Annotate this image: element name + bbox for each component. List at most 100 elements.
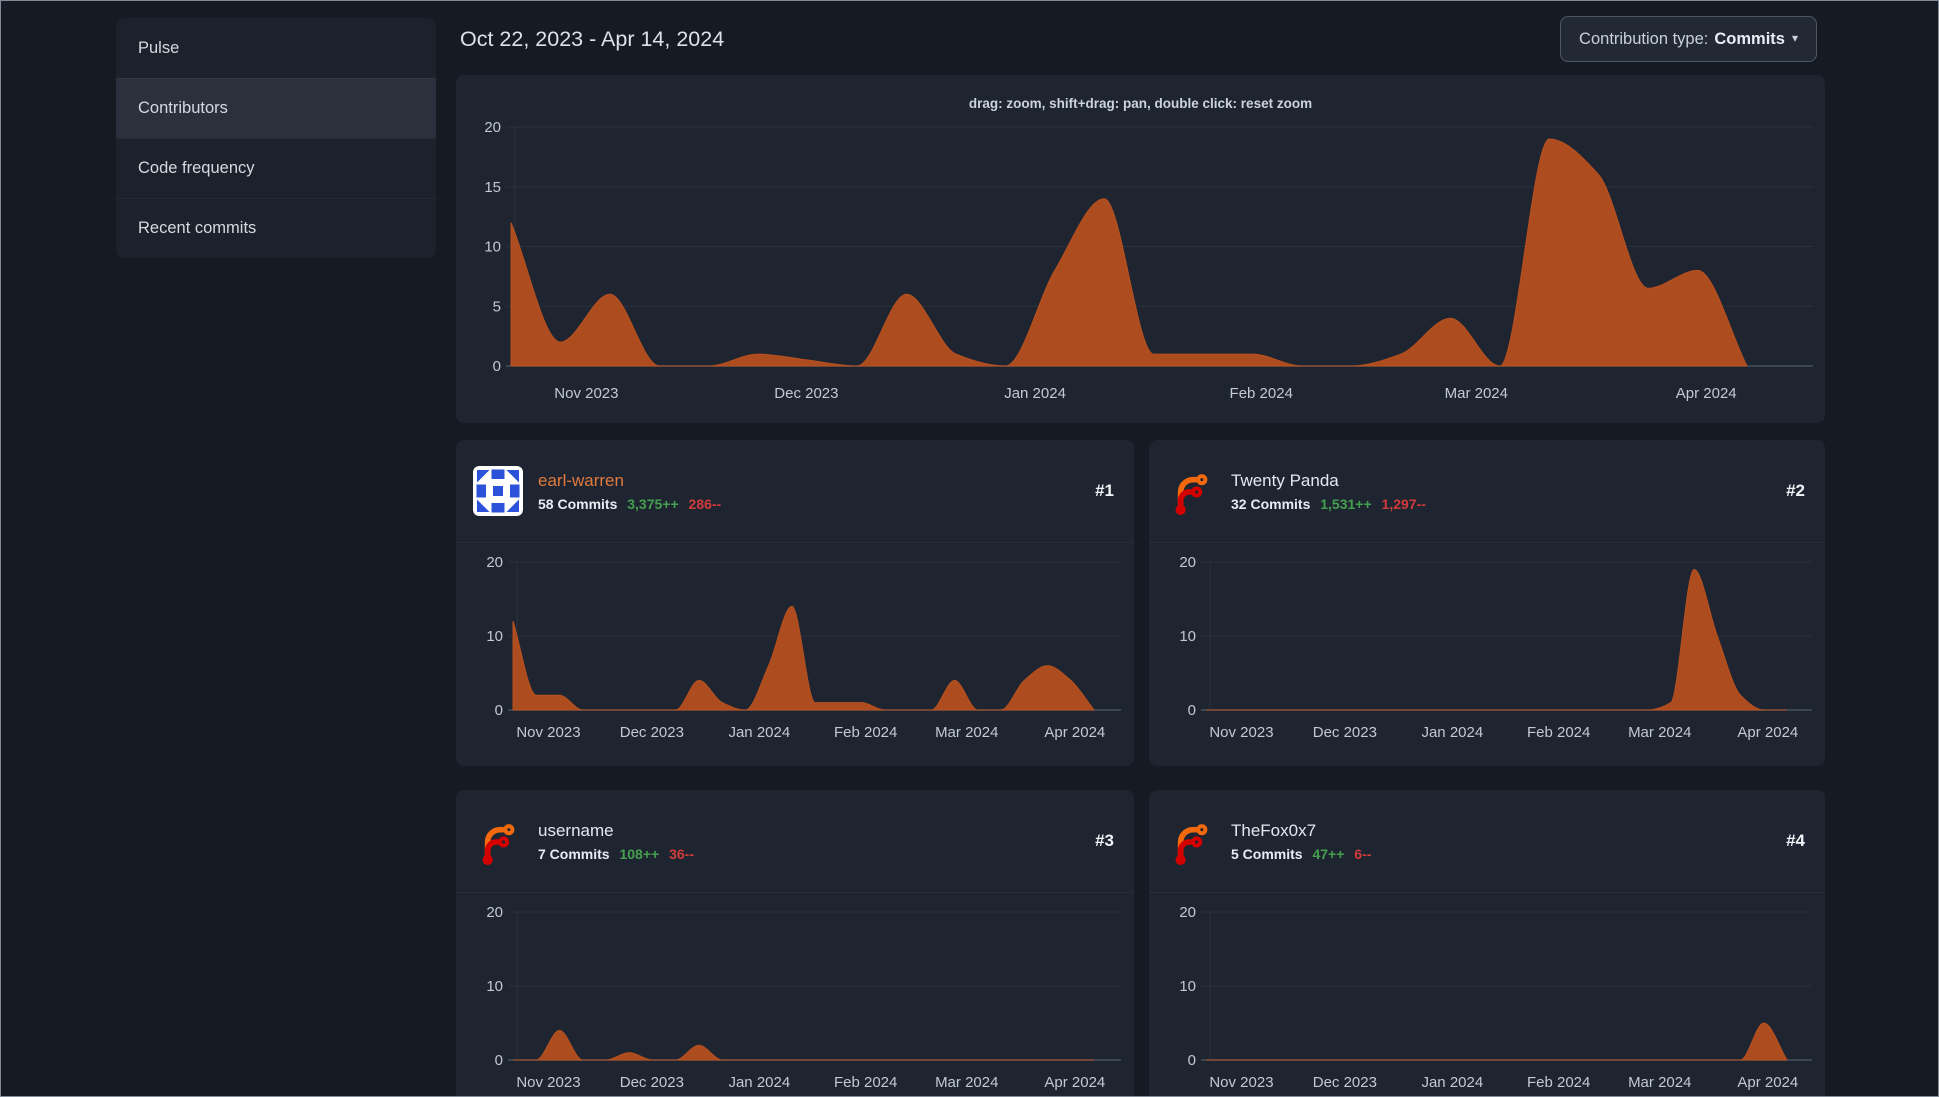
contributor-additions: 1,531++ [1320,495,1372,512]
contributor-rank-badge: #4 [1786,831,1805,850]
svg-text:0: 0 [1188,702,1196,719]
contributor-avatar[interactable] [1166,466,1216,516]
svg-text:Jan 2024: Jan 2024 [1421,724,1483,741]
contributor-avatar[interactable] [473,816,523,866]
contributor-card: username 7 Commits 108++ 36-- #3 0 10 20 No… [456,790,1134,1097]
contributor-card: TheFox0x7 5 Commits 47++ 6-- #4 0 10 20 Nov… [1149,790,1825,1097]
svg-text:10: 10 [484,239,501,256]
contributor-stats: 58 Commits 3,375++ 286-- [538,496,721,512]
contributor-commit-count: 7 Commits [538,845,610,862]
contributor-additions: 108++ [619,845,660,862]
sidebar-item-code-frequency[interactable]: Code frequency [116,138,436,198]
overall-contributions-panel: drag: zoom, shift+drag: pan, double clic… [456,75,1825,423]
contribution-type-label: Contribution type: [1579,29,1709,48]
svg-text:Apr 2024: Apr 2024 [1737,724,1798,741]
date-range-heading: Oct 22, 2023 - Apr 14, 2024 [460,27,725,51]
contributor-activity-chart[interactable]: 0 10 20 Nov 2023 Dec 2023 Jan 2024 Feb 2024 Mar… [1149,546,1825,766]
contributor-avatar[interactable] [1166,816,1216,866]
contributor-activity-chart[interactable]: 0 10 20 Nov 2023 Dec 2023 Jan 2024 Feb 2024 Mar… [456,546,1134,766]
svg-text:10: 10 [1179,978,1196,995]
svg-text:0: 0 [1188,1052,1196,1069]
svg-text:Feb 2024: Feb 2024 [1527,724,1590,741]
sidebar-item-pulse[interactable]: Pulse [116,18,436,78]
identicon-avatar-image [473,466,523,516]
contribution-type-dropdown[interactable]: Contribution type: Commits ▾ [1560,16,1817,62]
svg-text:5: 5 [493,298,501,315]
contributor-activity-chart[interactable]: 0 10 20 Nov 2023 Dec 2023 Jan 2024 Feb 2024 Mar… [1149,896,1825,1097]
contributor-stats: 5 Commits 47++ 6-- [1231,846,1371,862]
contributor-rank-badge: #2 [1786,481,1805,500]
contributor-stats: 32 Commits 1,531++ 1,297-- [1231,496,1426,512]
contributor-card-header: username 7 Commits 108++ 36-- #3 [456,790,1134,893]
svg-text:Nov 2023: Nov 2023 [1209,1074,1273,1091]
contributor-card-header: TheFox0x7 5 Commits 47++ 6-- #4 [1149,790,1825,893]
contributor-identity: TheFox0x7 5 Commits 47++ 6-- [1231,821,1371,862]
svg-text:10: 10 [1179,628,1196,645]
svg-text:Apr 2024: Apr 2024 [1044,724,1105,741]
contributor-name-link[interactable]: TheFox0x7 [1231,821,1371,841]
contributor-identity: username 7 Commits 108++ 36-- [538,821,694,862]
svg-text:0: 0 [495,702,503,719]
svg-text:Dec 2023: Dec 2023 [1313,724,1377,741]
contributor-commit-count: 58 Commits [538,495,618,512]
contribution-type-value: Commits [1714,29,1785,48]
svg-text:Dec 2023: Dec 2023 [620,724,684,741]
svg-text:Nov 2023: Nov 2023 [554,385,618,402]
repo-activity-sidebar: Pulse Contributors Code frequency Recent co… [116,18,436,258]
svg-text:Mar 2024: Mar 2024 [1628,724,1691,741]
svg-text:10: 10 [486,978,503,995]
svg-text:10: 10 [486,628,503,645]
sidebar-item-recent-commits[interactable]: Recent commits [116,198,436,258]
sidebar-item-contributors[interactable]: Contributors [116,78,436,138]
svg-text:Feb 2024: Feb 2024 [834,1074,897,1091]
forgejo-logo-avatar-image [1175,824,1208,865]
contributor-identity: Twenty Panda 32 Commits 1,531++ 1,297-- [1231,471,1426,512]
svg-text:Jan 2024: Jan 2024 [728,724,790,741]
chart-zoom-hint: drag: zoom, shift+drag: pan, double clic… [968,96,1313,111]
svg-text:Mar 2024: Mar 2024 [1445,385,1508,402]
contributor-card-header: earl-warren 58 Commits 3,375++ 286-- #1 [456,440,1134,543]
contributor-commit-count: 5 Commits [1231,845,1303,862]
svg-text:Mar 2024: Mar 2024 [1628,1074,1691,1091]
overall-contributions-chart[interactable]: 0 5 10 15 20 Nov 2023 Dec 2023 Jan 2024 Feb 2024… [456,115,1825,415]
svg-text:Nov 2023: Nov 2023 [516,1074,580,1091]
contributor-card: Twenty Panda 32 Commits 1,531++ 1,297-- … [1149,440,1825,766]
svg-text:Nov 2023: Nov 2023 [1209,724,1273,741]
svg-text:20: 20 [484,119,501,136]
svg-text:Nov 2023: Nov 2023 [516,724,580,741]
svg-text:Dec 2023: Dec 2023 [774,385,838,402]
contributor-stats: 7 Commits 108++ 36-- [538,846,694,862]
contributor-identity: earl-warren 58 Commits 3,375++ 286-- [538,471,721,512]
svg-text:Mar 2024: Mar 2024 [935,1074,998,1091]
svg-text:Jan 2024: Jan 2024 [1004,385,1066,402]
svg-text:Jan 2024: Jan 2024 [728,1074,790,1091]
contributor-deletions: 286-- [688,495,722,512]
contributor-name-link[interactable]: username [538,821,694,841]
contributor-name-link[interactable]: Twenty Panda [1231,471,1426,491]
contributor-avatar[interactable] [473,466,523,516]
svg-text:15: 15 [484,179,501,196]
svg-text:0: 0 [495,1052,503,1069]
svg-text:20: 20 [486,904,503,921]
svg-text:Jan 2024: Jan 2024 [1421,1074,1483,1091]
contributor-deletions: 6-- [1354,845,1372,862]
contributor-activity-chart[interactable]: 0 10 20 Nov 2023 Dec 2023 Jan 2024 Feb 2024 Mar… [456,896,1134,1097]
svg-text:Feb 2024: Feb 2024 [1230,385,1293,402]
svg-text:Feb 2024: Feb 2024 [1527,1074,1590,1091]
forgejo-logo-avatar-image [1175,474,1208,515]
svg-text:20: 20 [486,554,503,571]
svg-text:Mar 2024: Mar 2024 [935,724,998,741]
contributor-additions: 3,375++ [627,495,679,512]
svg-text:Feb 2024: Feb 2024 [834,724,897,741]
contributor-rank-badge: #1 [1095,481,1114,500]
svg-text:Dec 2023: Dec 2023 [1313,1074,1377,1091]
contributor-commit-count: 32 Commits [1231,495,1311,512]
svg-text:Apr 2024: Apr 2024 [1737,1074,1798,1091]
contributor-deletions: 36-- [669,845,694,862]
svg-text:Apr 2024: Apr 2024 [1676,385,1737,402]
forgejo-logo-avatar-image [482,824,515,865]
contributor-card: earl-warren 58 Commits 3,375++ 286-- #1 … [456,440,1134,766]
svg-text:20: 20 [1179,904,1196,921]
contributor-additions: 47++ [1312,845,1345,862]
contributor-name-link[interactable]: earl-warren [538,471,721,491]
